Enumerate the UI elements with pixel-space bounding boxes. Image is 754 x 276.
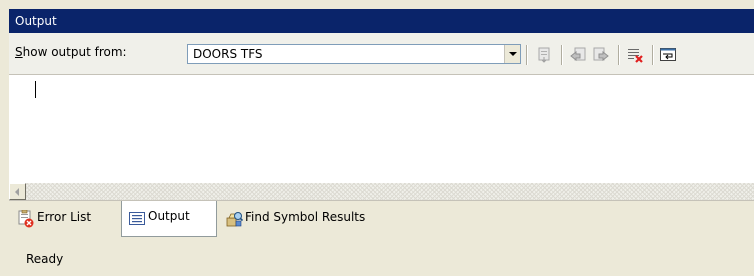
scroll-left-arrow-icon[interactable]	[9, 183, 26, 200]
clear-all-icon[interactable]	[626, 46, 644, 64]
horizontal-scrollbar[interactable]	[9, 183, 754, 200]
toggle-word-wrap-icon[interactable]	[659, 46, 677, 64]
status-bar: Ready	[0, 240, 754, 276]
toolbar-separator	[526, 45, 528, 65]
output-source-value: DOORS TFS	[193, 47, 263, 61]
tab-label: Find Symbol Results	[245, 210, 366, 224]
tab-error-list[interactable]: Error List	[11, 204, 119, 236]
dropdown-arrow-icon[interactable]	[504, 45, 520, 63]
tab-label: Output	[148, 209, 190, 223]
next-message-icon[interactable]	[592, 46, 610, 64]
output-toolbar: Show output from: DOORS TFS	[9, 33, 754, 75]
goto-location-icon[interactable]	[535, 46, 553, 64]
status-text: Ready	[26, 252, 64, 266]
toolbar-separator	[618, 45, 620, 65]
tab-label: Error List	[37, 210, 92, 224]
window-left-margin	[0, 0, 9, 240]
show-output-from-label: Show output from:	[15, 45, 127, 59]
text-caret	[35, 81, 36, 98]
toolbar-separator	[561, 45, 563, 65]
previous-message-icon[interactable]	[569, 46, 587, 64]
output-source-dropdown[interactable]: DOORS TFS	[187, 44, 521, 64]
tab-find-symbol-results[interactable]: Find Symbol Results	[219, 204, 409, 236]
output-icon	[128, 209, 146, 227]
error-list-icon	[17, 209, 35, 228]
bottom-tab-strip: Error List Output Find Symbol Results	[9, 200, 754, 241]
show-output-from-accelerator: S	[15, 45, 23, 59]
output-window: Output Show output from: DOORS TFS Error…	[0, 0, 754, 276]
output-title: Output	[15, 14, 57, 28]
output-text-area[interactable]	[9, 75, 754, 183]
show-output-from-text: how output from:	[22, 45, 127, 59]
find-symbol-icon	[225, 210, 244, 228]
toolbar-separator	[652, 45, 654, 65]
output-title-bar[interactable]: Output	[9, 9, 754, 33]
tab-output[interactable]: Output	[121, 201, 217, 237]
